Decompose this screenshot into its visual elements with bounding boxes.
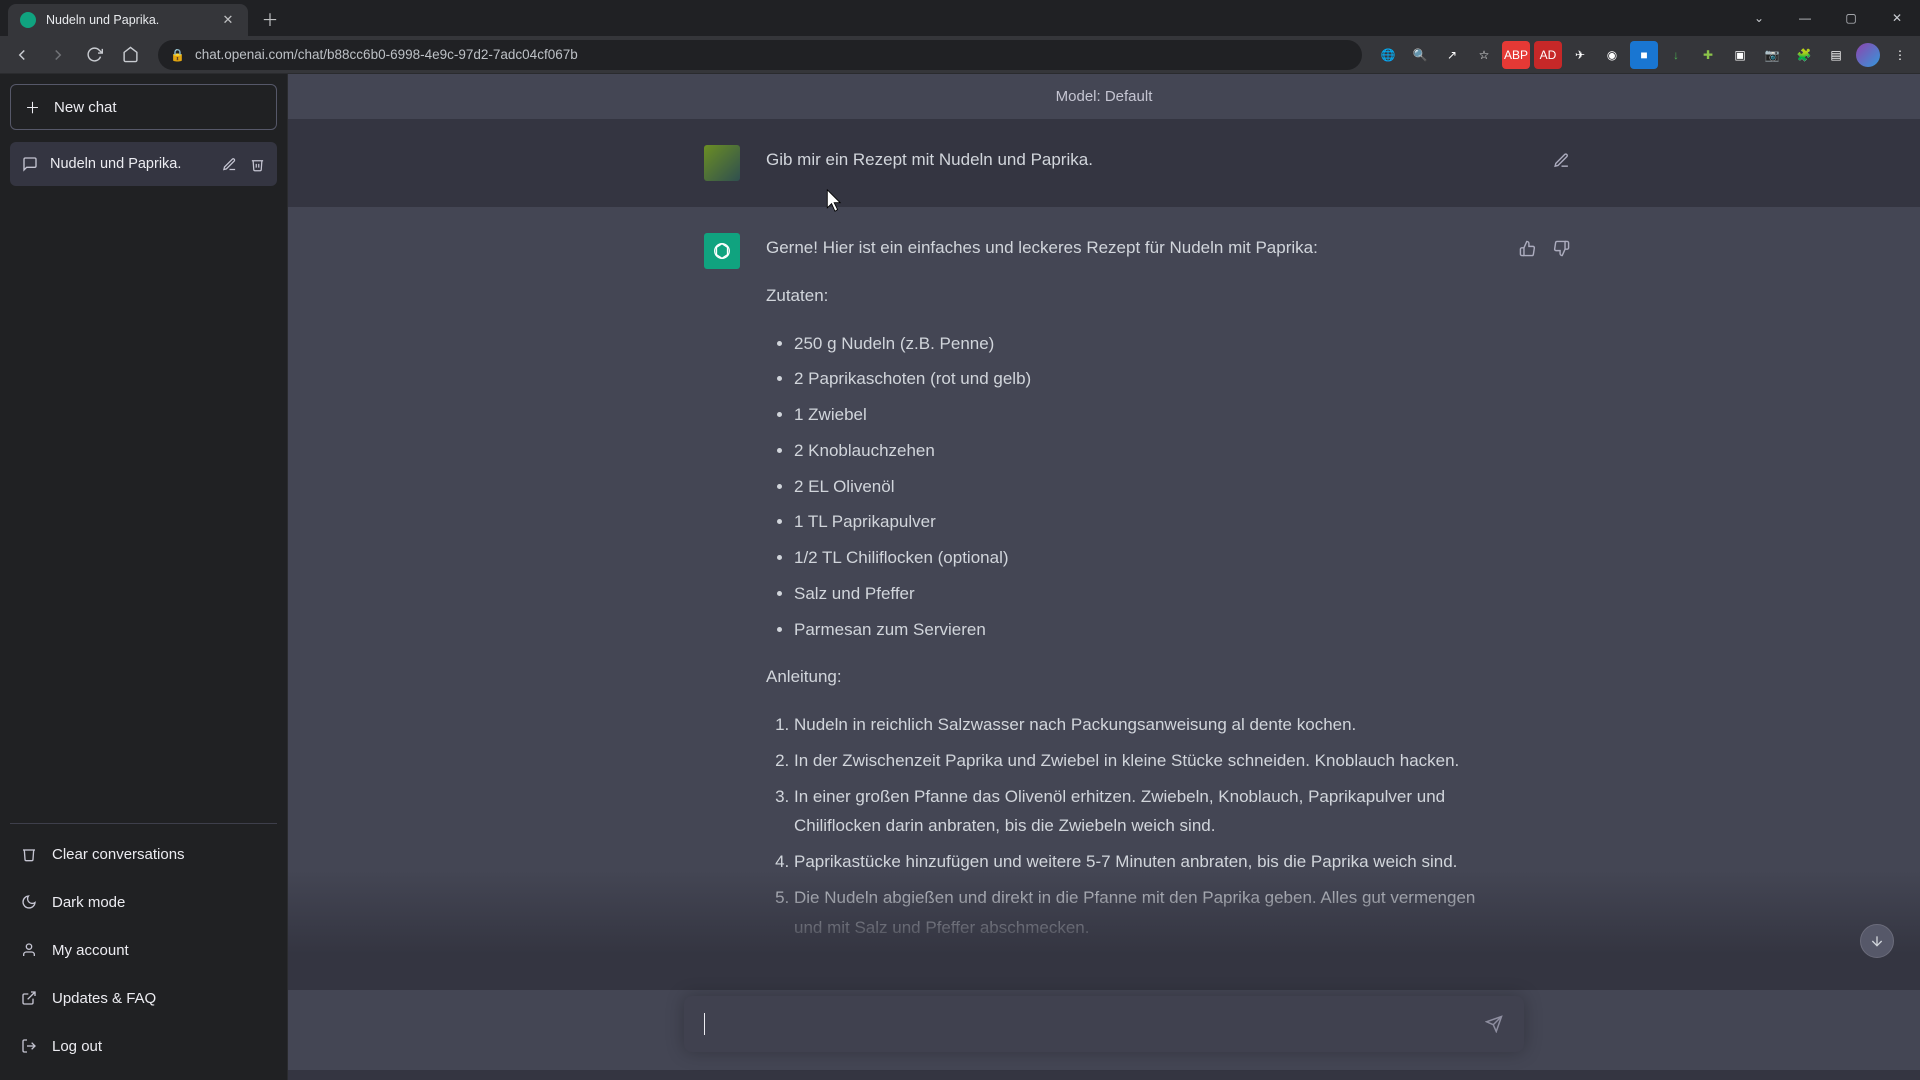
zoom-icon[interactable]: 🔍	[1406, 41, 1434, 69]
extension-icon[interactable]: ✚	[1694, 41, 1722, 69]
list-item: Nudeln in reichlich Salzwasser nach Pack…	[794, 710, 1504, 740]
list-item: 1 TL Paprikapulver	[794, 507, 1504, 537]
list-item: In einer großen Pfanne das Olivenöl erhi…	[794, 782, 1504, 842]
lock-icon: 🔒	[170, 48, 185, 62]
address-bar[interactable]: 🔒 chat.openai.com/chat/b88cc6b0-6998-4e9…	[158, 40, 1362, 70]
dark-mode-label: Dark mode	[52, 894, 125, 911]
clear-conversations-label: Clear conversations	[52, 846, 185, 863]
list-item: 2 EL Olivenöl	[794, 472, 1504, 502]
sidebar: ＋ New chat Nudeln und Paprika.	[0, 74, 288, 1080]
window-titlebar: Nudeln und Paprika. ✕ ＋ ⌄ ― ▢ ✕	[0, 0, 1920, 36]
forward-button[interactable]	[42, 39, 74, 71]
close-tab-button[interactable]: ✕	[220, 12, 236, 28]
extension-icon[interactable]: ◉	[1598, 41, 1626, 69]
conversation-item[interactable]: Nudeln und Paprika.	[10, 142, 277, 186]
list-item: 2 Paprikaschoten (rot und gelb)	[794, 364, 1504, 394]
my-account-label: My account	[52, 942, 129, 959]
list-item: Paprikastücke hinzufügen und weitere 5-7…	[794, 847, 1504, 877]
updates-faq-label: Updates & FAQ	[52, 990, 156, 1007]
chevron-down-icon[interactable]: ⌄	[1736, 0, 1782, 36]
share-icon[interactable]: ↗	[1438, 41, 1466, 69]
trash-icon	[20, 845, 38, 863]
model-header: Model: Default	[288, 74, 1920, 119]
close-window-button[interactable]: ✕	[1874, 0, 1920, 36]
scroll-to-bottom-button[interactable]	[1860, 924, 1894, 958]
profile-avatar[interactable]	[1854, 41, 1882, 69]
steps-header: Anleitung:	[766, 662, 1504, 692]
list-item: Parmesan zum Servieren	[794, 615, 1504, 645]
sidepanel-icon[interactable]: ▤	[1822, 41, 1850, 69]
user-avatar	[704, 145, 740, 181]
list-item: 2 Knoblauchzehen	[794, 436, 1504, 466]
assistant-avatar	[704, 233, 740, 269]
list-item: 1/2 TL Chiliflocken (optional)	[794, 543, 1504, 573]
back-button[interactable]	[6, 39, 38, 71]
assistant-intro: Gerne! Hier ist ein einfaches und lecker…	[766, 233, 1504, 263]
list-item: Die Nudeln abgießen und direkt in die Pf…	[794, 883, 1504, 943]
logout-button[interactable]: Log out	[10, 1022, 277, 1070]
bookmark-icon[interactable]: ☆	[1470, 41, 1498, 69]
chat-icon	[22, 156, 38, 172]
browser-menu-button[interactable]: ⋮	[1886, 41, 1914, 69]
extension-icon[interactable]: ABP	[1502, 41, 1530, 69]
browser-tab[interactable]: Nudeln und Paprika. ✕	[8, 4, 248, 36]
extension-icon[interactable]: 📷	[1758, 41, 1786, 69]
list-item: 250 g Nudeln (z.B. Penne)	[794, 329, 1504, 359]
reload-button[interactable]	[78, 39, 110, 71]
home-button[interactable]	[114, 39, 146, 71]
logout-label: Log out	[52, 1038, 102, 1055]
send-button[interactable]	[1478, 1008, 1510, 1040]
user-icon	[20, 941, 38, 959]
minimize-button[interactable]: ―	[1782, 0, 1828, 36]
message-thread: Gib mir ein Rezept mit Nudeln und Paprik…	[288, 119, 1920, 1080]
maximize-button[interactable]: ▢	[1828, 0, 1874, 36]
plus-icon: ＋	[25, 97, 40, 118]
message-input[interactable]	[705, 1015, 1478, 1033]
tab-title: Nudeln und Paprika.	[46, 13, 210, 27]
new-chat-button[interactable]: ＋ New chat	[10, 84, 277, 130]
my-account-button[interactable]: My account	[10, 926, 277, 974]
ingredients-list: 250 g Nudeln (z.B. Penne) 2 Paprikaschot…	[766, 329, 1504, 645]
thumbs-down-button[interactable]	[1548, 235, 1574, 261]
updates-faq-button[interactable]: Updates & FAQ	[10, 974, 277, 1022]
new-chat-label: New chat	[54, 99, 117, 116]
list-item: Mit Parmesan bestreut servieren.	[794, 948, 1504, 978]
external-link-icon	[20, 989, 38, 1007]
thumbs-up-button[interactable]	[1514, 235, 1540, 261]
clear-conversations-button[interactable]: Clear conversations	[10, 830, 277, 878]
extension-icon[interactable]: ■	[1630, 41, 1658, 69]
extensions-menu-icon[interactable]: 🧩	[1790, 41, 1818, 69]
steps-list: Nudeln in reichlich Salzwasser nach Pack…	[766, 710, 1504, 978]
conversation-title: Nudeln und Paprika.	[50, 156, 181, 172]
extension-icon[interactable]: ✈	[1566, 41, 1594, 69]
list-item: 1 Zwiebel	[794, 400, 1504, 430]
browser-toolbar: 🔒 chat.openai.com/chat/b88cc6b0-6998-4e9…	[0, 36, 1920, 74]
edit-message-button[interactable]	[1548, 147, 1574, 173]
moon-icon	[20, 893, 38, 911]
extension-icon[interactable]: ▣	[1726, 41, 1754, 69]
chat-main: Model: Default Gib mir ein Rezept mit Nu…	[288, 74, 1920, 1080]
message-composer[interactable]	[684, 996, 1524, 1052]
extension-icon[interactable]: ↓	[1662, 41, 1690, 69]
model-label: Model: Default	[1056, 88, 1153, 105]
logout-icon	[20, 1037, 38, 1055]
list-item: Salz und Pfeffer	[794, 579, 1504, 609]
favicon-icon	[20, 12, 36, 28]
extension-icon[interactable]: AD	[1534, 41, 1562, 69]
dark-mode-button[interactable]: Dark mode	[10, 878, 277, 926]
new-tab-button[interactable]: ＋	[256, 4, 284, 32]
ingredients-header: Zutaten:	[766, 281, 1504, 311]
user-message-text: Gib mir ein Rezept mit Nudeln und Paprik…	[766, 150, 1093, 169]
user-message: Gib mir ein Rezept mit Nudeln und Paprik…	[288, 119, 1920, 207]
edit-icon[interactable]	[221, 156, 237, 172]
trash-icon[interactable]	[249, 156, 265, 172]
window-controls: ⌄ ― ▢ ✕	[1736, 0, 1920, 36]
list-item: In der Zwischenzeit Paprika und Zwiebel …	[794, 746, 1504, 776]
translate-icon[interactable]: 🌐	[1374, 41, 1402, 69]
assistant-message: Gerne! Hier ist ein einfaches und lecker…	[288, 207, 1920, 1070]
url-text: chat.openai.com/chat/b88cc6b0-6998-4e9c-…	[195, 47, 578, 62]
